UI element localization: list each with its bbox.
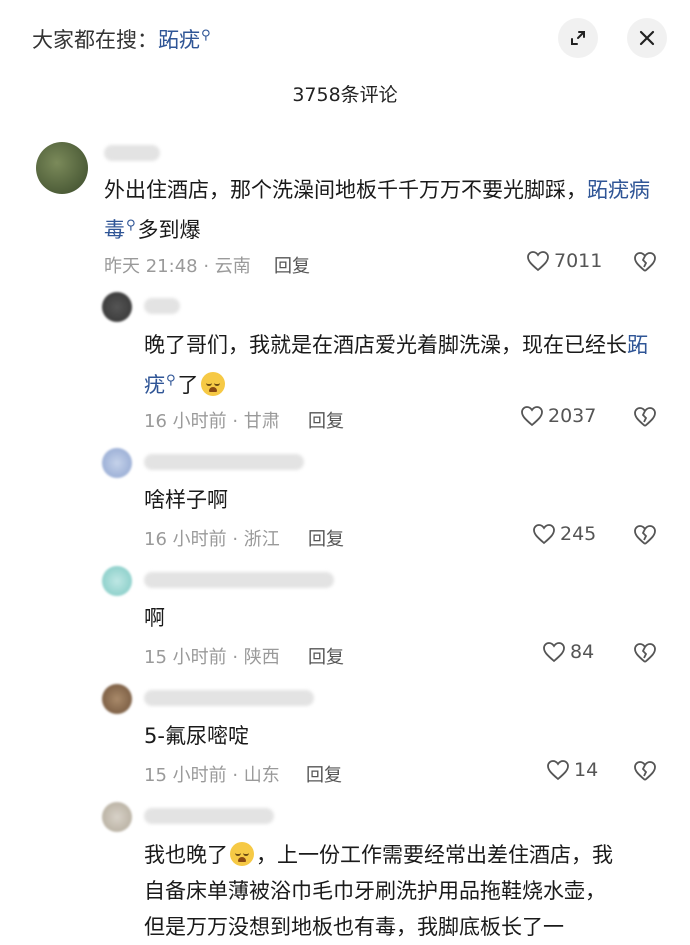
- like-button[interactable]: 7011: [526, 250, 602, 272]
- search-icon: ⚲: [201, 28, 211, 43]
- comment-meta: 16 小时前 · 甘肃: [144, 411, 280, 432]
- reply-button[interactable]: 回复: [274, 252, 310, 278]
- like-count: 14: [574, 759, 599, 781]
- dislike-button[interactable]: [632, 250, 658, 278]
- heart-icon: [543, 642, 565, 663]
- search-prefix: 大家都在搜：: [32, 28, 158, 52]
- avatar[interactable]: [102, 802, 132, 832]
- comment-count: 3758条评论: [292, 84, 398, 106]
- avatar[interactable]: [36, 142, 88, 194]
- like-button[interactable]: 84: [542, 641, 594, 663]
- crying-face-emoji: [230, 842, 254, 866]
- dislike-button[interactable]: [632, 405, 658, 433]
- username[interactable]: [144, 572, 334, 588]
- broken-heart-icon: [634, 525, 656, 545]
- heart-icon: [527, 251, 549, 272]
- like-count: 84: [570, 641, 595, 663]
- broken-heart-icon: [634, 252, 656, 272]
- like-count: 245: [560, 523, 597, 545]
- comment-text: 我也晚了 ，上一份工作需要经常出差住酒店，我 自备床单薄被浴巾毛巾牙刷洗护用品拖鞋…: [144, 842, 613, 939]
- broken-heart-icon: [634, 761, 656, 781]
- search-keyword[interactable]: 跖疣: [158, 28, 200, 52]
- like-button[interactable]: 2037: [520, 405, 596, 427]
- like-count: 2037: [548, 405, 597, 427]
- comment-meta: 15 小时前 · 陕西: [144, 647, 280, 668]
- close-button[interactable]: [627, 18, 667, 58]
- expand-button[interactable]: [558, 18, 598, 58]
- avatar[interactable]: [102, 448, 132, 478]
- broken-heart-icon: [634, 407, 656, 427]
- comment-text: 外出住酒店，那个洗澡间地板千千万万不要光脚踩，跖疣病毒⚲多到爆: [104, 178, 650, 242]
- like-button[interactable]: 245: [532, 523, 596, 545]
- expand-icon: [571, 31, 585, 45]
- username[interactable]: [144, 808, 274, 824]
- username[interactable]: [144, 454, 304, 470]
- heart-icon: [533, 524, 555, 545]
- dislike-button[interactable]: [632, 641, 658, 669]
- dislike-button[interactable]: [632, 523, 658, 551]
- heart-icon: [547, 760, 569, 781]
- reply-button[interactable]: 回复: [308, 525, 344, 551]
- broken-heart-icon: [634, 643, 656, 663]
- username[interactable]: [104, 145, 160, 161]
- like-button[interactable]: 14: [546, 759, 598, 781]
- close-icon: [639, 30, 655, 46]
- username[interactable]: [144, 298, 180, 314]
- avatar[interactable]: [102, 292, 132, 322]
- comment-meta: 16 小时前 · 浙江: [144, 529, 280, 550]
- reply-button[interactable]: 回复: [308, 407, 344, 433]
- heart-icon: [521, 406, 543, 427]
- comment-meta: 昨天 21:48 · 云南: [104, 256, 251, 277]
- comment-meta: 15 小时前 · 山东: [144, 765, 280, 786]
- username[interactable]: [144, 690, 314, 706]
- search-icon: ⚲: [166, 373, 176, 388]
- dislike-button[interactable]: [632, 759, 658, 787]
- search-icon: ⚲: [126, 218, 136, 233]
- reply-button[interactable]: 回复: [308, 643, 344, 669]
- search-suggestion[interactable]: 大家都在搜：跖疣⚲: [32, 24, 211, 54]
- comment-text: 啥样子啊: [144, 488, 228, 512]
- avatar[interactable]: [102, 566, 132, 596]
- crying-face-emoji: [200, 372, 225, 396]
- like-count: 7011: [554, 250, 603, 272]
- comment-text: 啊: [144, 606, 165, 630]
- reply-button[interactable]: 回复: [306, 761, 342, 787]
- avatar[interactable]: [102, 684, 132, 714]
- comment-text: 5-氟尿嘧啶: [144, 724, 249, 748]
- comment-text: 晚了哥们，我就是在酒店爱光着脚洗澡，现在已经长跖疣⚲了: [144, 333, 648, 397]
